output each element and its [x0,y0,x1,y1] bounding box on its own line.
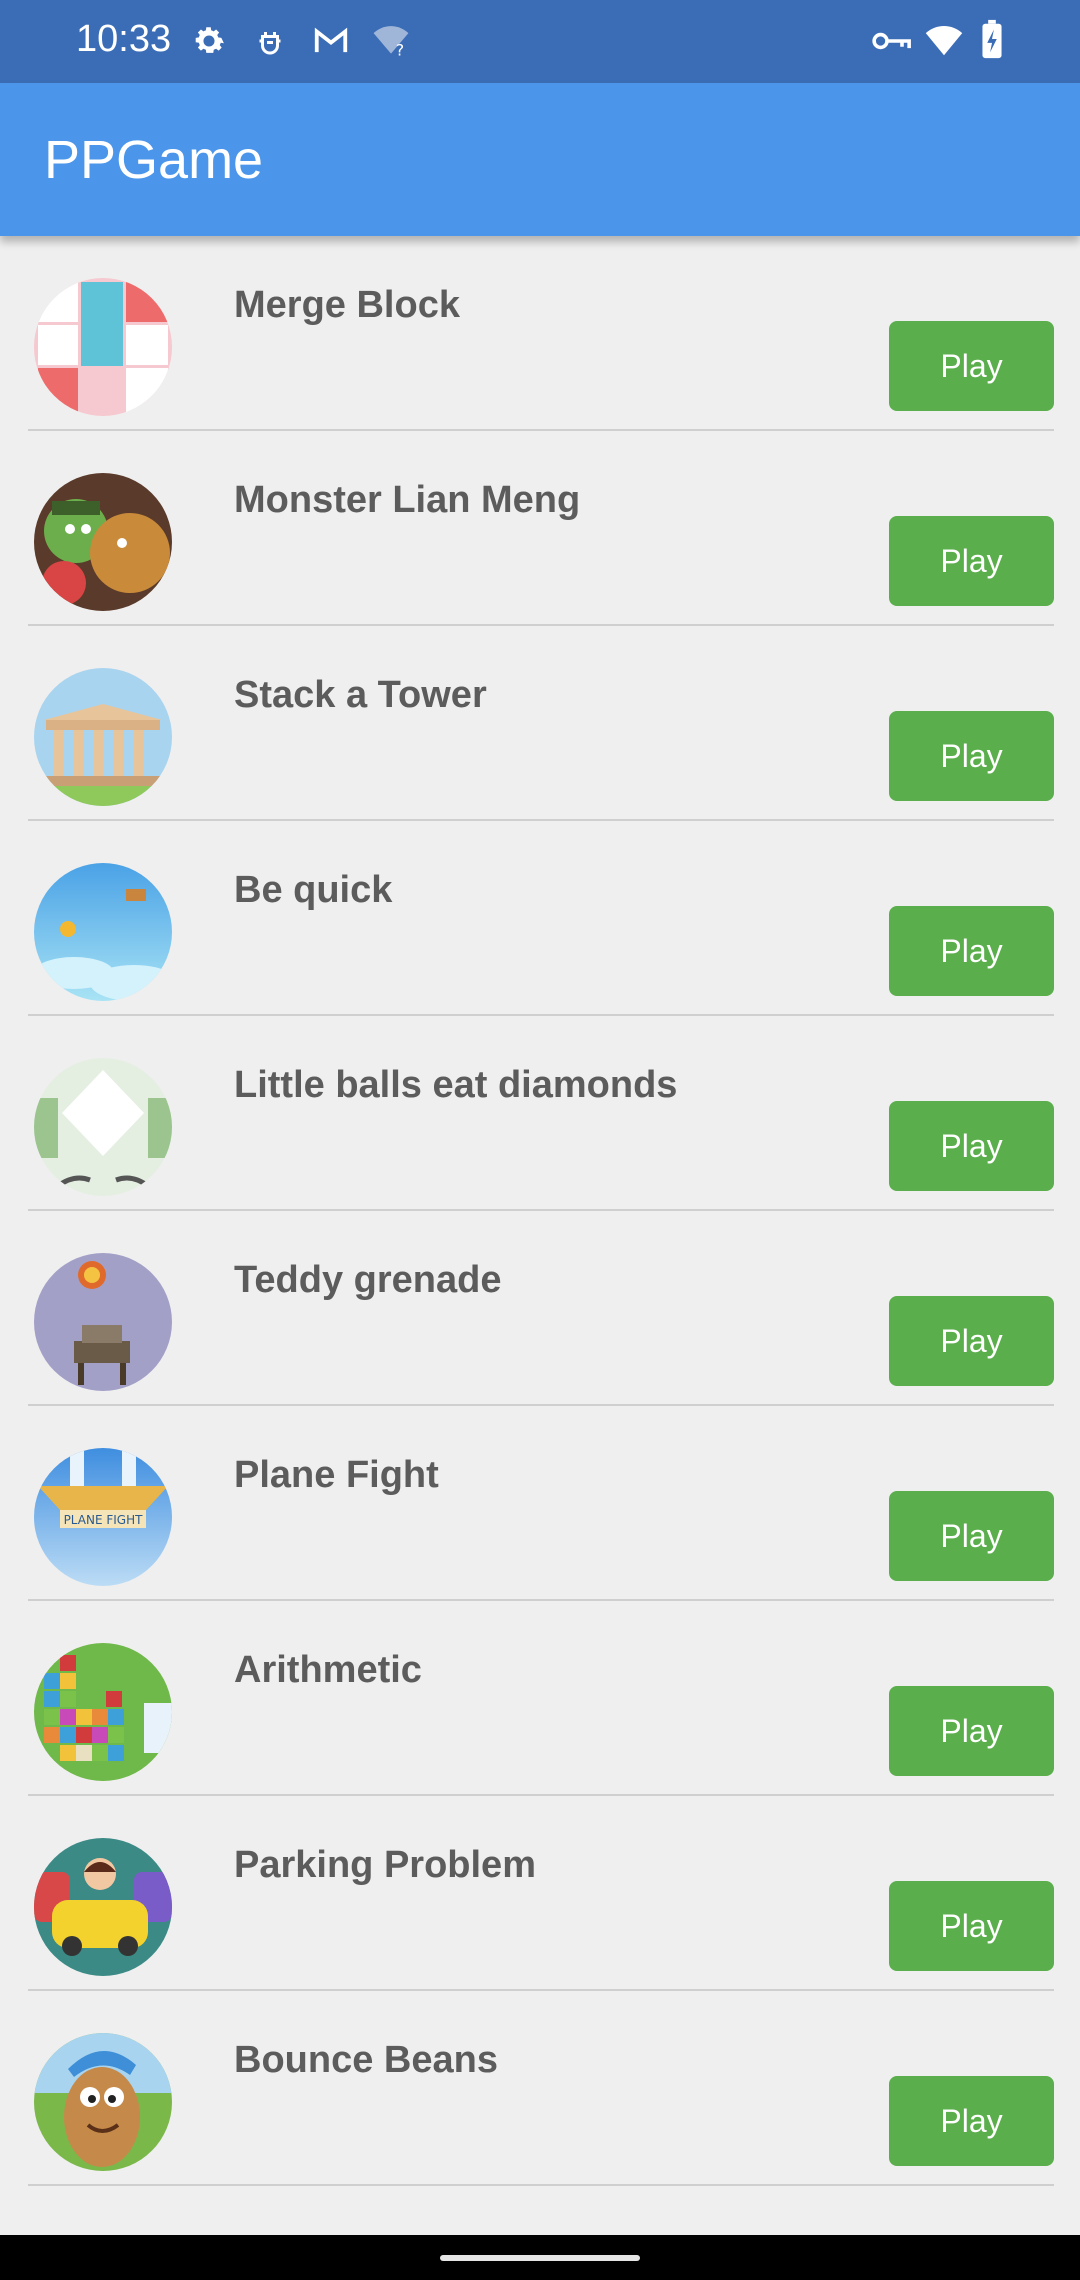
be-quick-thumbnail [34,863,172,1001]
plane-fight-thumbnail: PLANE FIGHT [34,1448,172,1586]
game-title: Plane Fight [234,1454,439,1496]
play-button[interactable]: Play [889,1881,1054,1971]
parking-problem-thumbnail [34,1838,172,1976]
play-button[interactable]: Play [889,1686,1054,1776]
game-title: Merge Block [234,284,460,326]
status-bar: 10:33 ? [0,0,1080,83]
list-item: PLANE FIGHT Plane Fight Play [0,1406,1080,1601]
app-title: PPGame [44,130,264,190]
list-item: Parking Problem Play [0,1796,1080,1991]
play-button[interactable]: Play [889,1101,1054,1191]
play-button[interactable]: Play [889,711,1054,801]
wifi-icon [922,22,966,65]
play-button[interactable]: Play [889,321,1054,411]
navigation-bar [0,2235,1080,2280]
game-title: Stack a Tower [234,674,487,716]
merge-block-thumbnail [34,278,172,416]
game-title: Parking Problem [234,1844,536,1886]
game-title: Be quick [234,869,393,911]
list-item: Stack a Tower Play [0,626,1080,821]
app-bar: PPGame [0,83,1080,236]
game-title: Monster Lian Meng [234,479,581,521]
play-button[interactable]: Play [889,1296,1054,1386]
wifi-question-icon: ? [370,22,412,65]
game-title: Little balls eat diamonds [234,1064,678,1106]
stack-a-tower-thumbnail [34,668,172,806]
battery-charging-icon [980,18,1004,65]
list-item: Merge Block Play [0,236,1080,431]
settings-icon [190,22,228,65]
list-item: Be quick Play [0,821,1080,1016]
play-button[interactable]: Play [889,2076,1054,2166]
play-button[interactable]: Play [889,1491,1054,1581]
svg-text:?: ? [396,40,404,59]
teddy-grenade-thumbnail [34,1253,172,1391]
vpn-key-icon [872,26,912,61]
bounce-beans-thumbnail [34,2033,172,2171]
plane-fight-logo-text: PLANE FIGHT [64,1513,144,1527]
play-button[interactable]: Play [889,906,1054,996]
list-item: Monster Lian Meng Play [0,431,1080,626]
divider [28,2184,1054,2186]
monster-lian-meng-thumbnail [34,473,172,611]
game-title: Arithmetic [234,1649,422,1691]
list-item: Little balls eat diamonds Play [0,1016,1080,1211]
list-item: Teddy grenade Play [0,1211,1080,1406]
status-time: 10:33 [76,18,172,60]
list-item: Arithmetic Play [0,1601,1080,1796]
list-item: Bounce Beans Play [0,1991,1080,2186]
gmail-icon [310,22,352,65]
home-gesture-handle[interactable] [440,2255,640,2261]
game-title: Teddy grenade [234,1259,502,1301]
game-title: Bounce Beans [234,2039,498,2081]
play-button[interactable]: Play [889,516,1054,606]
arithmetic-thumbnail [34,1643,172,1781]
android-debug-icon [252,22,288,65]
little-balls-thumbnail [34,1058,172,1196]
